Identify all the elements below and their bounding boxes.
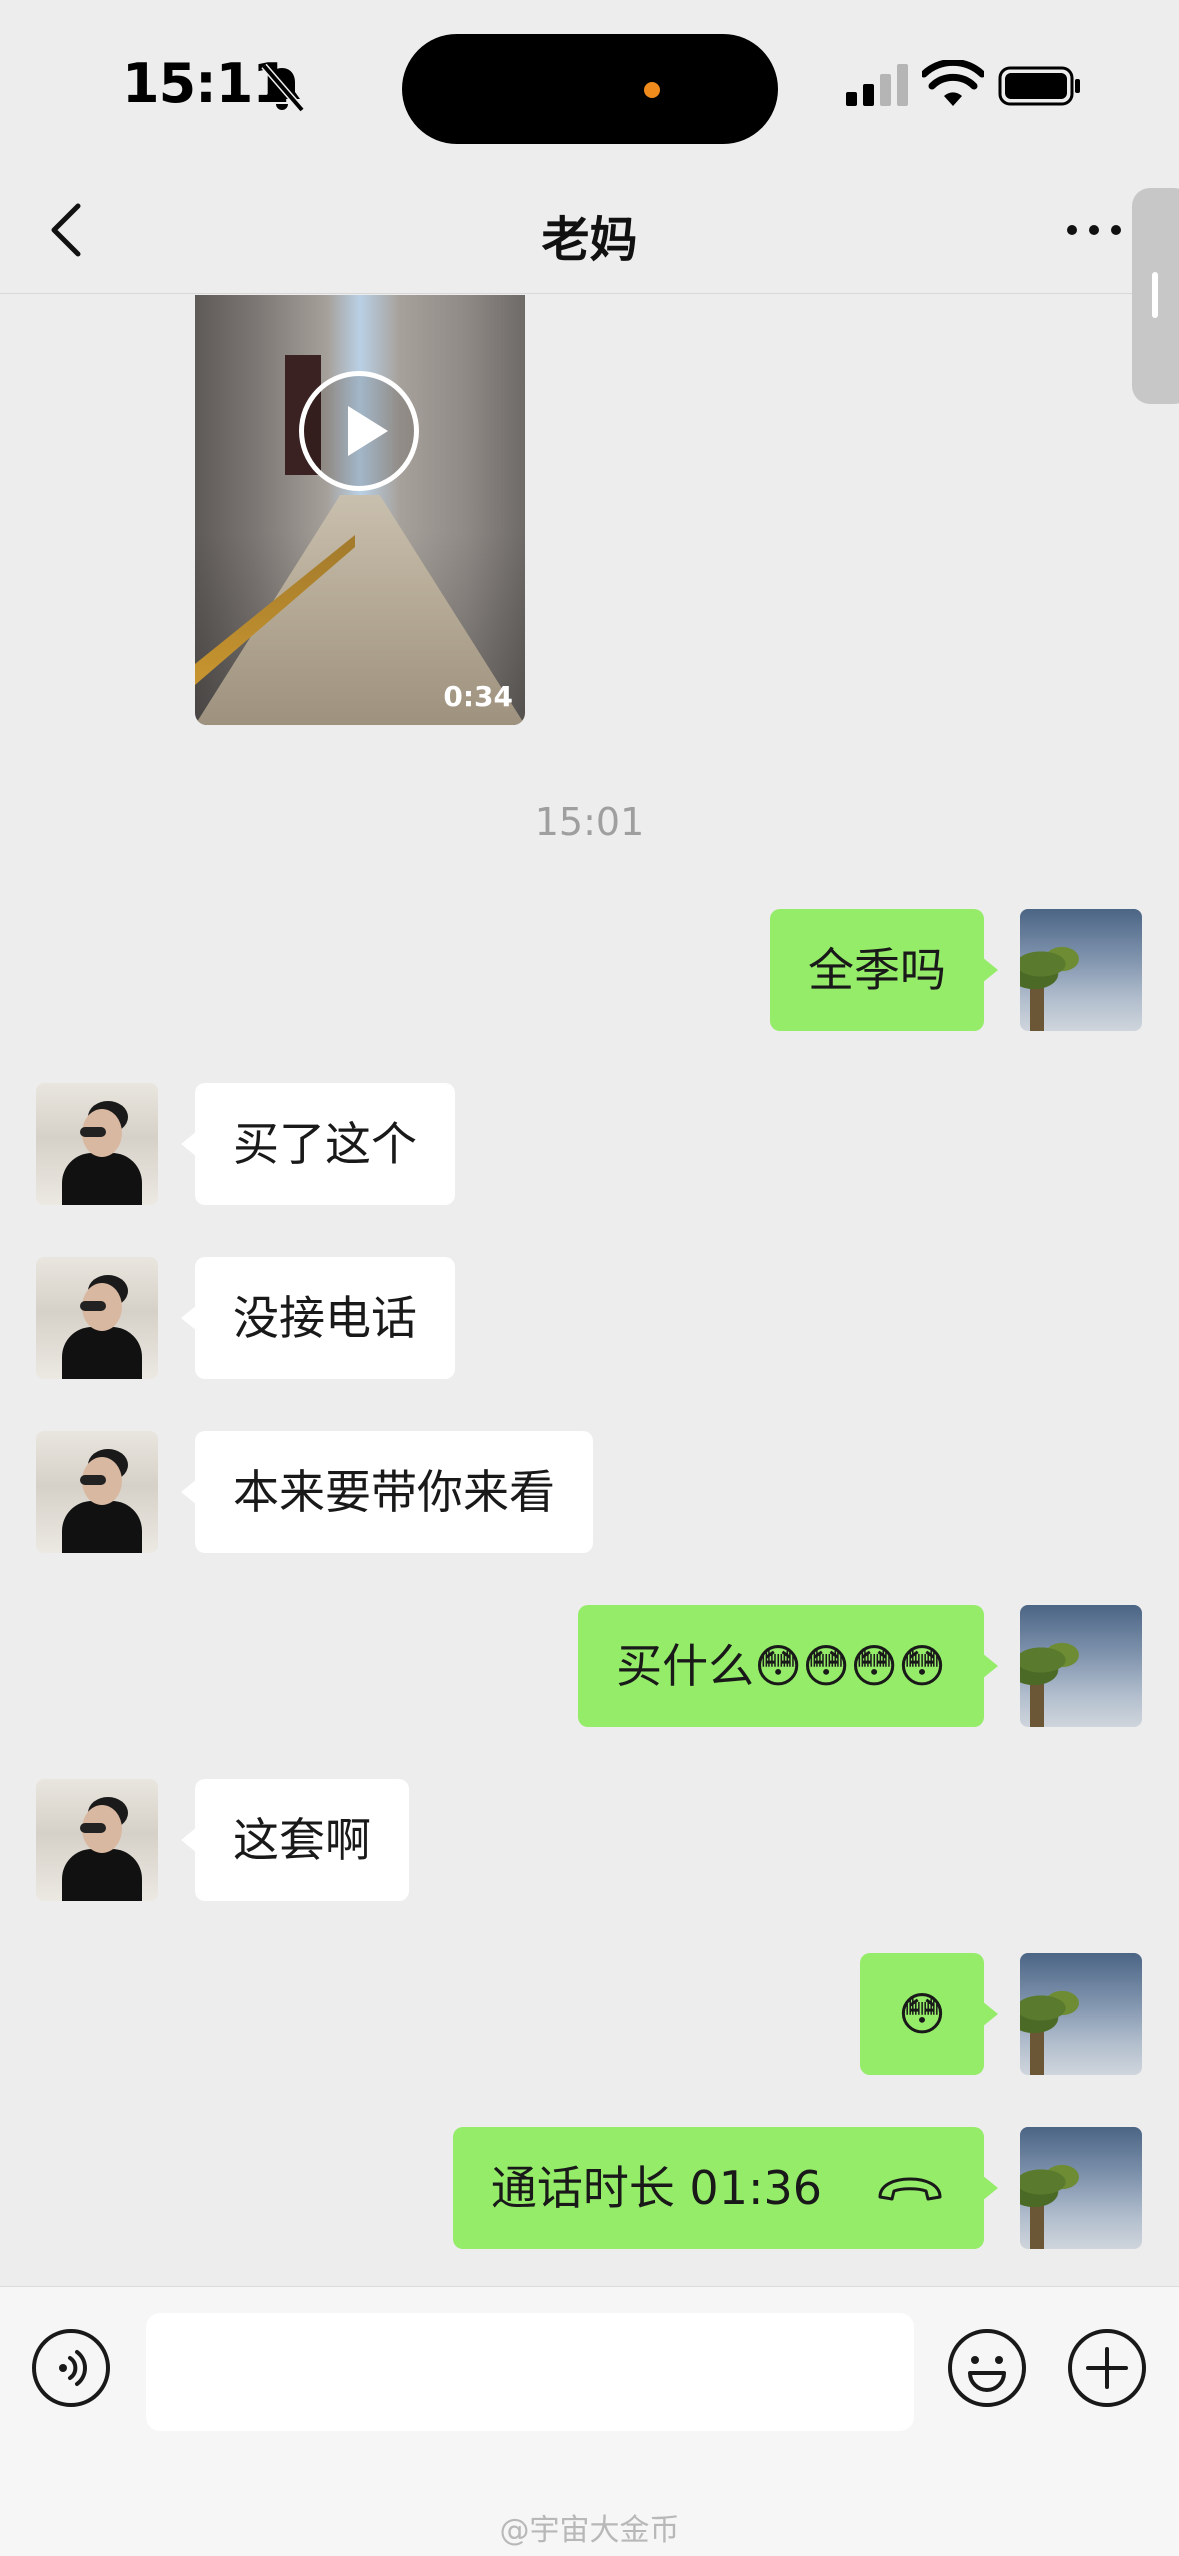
call-record-bubble[interactable]: 通话时长 01:36 — [452, 2127, 999, 2249]
wifi-icon — [922, 60, 984, 106]
phone-hangup-icon — [878, 2177, 942, 2200]
privacy-indicator-dot — [644, 82, 660, 98]
received-message-bubble[interactable]: 没接电话 — [181, 1257, 455, 1379]
contact-avatar[interactable] — [36, 1779, 158, 1901]
contact-avatar[interactable] — [36, 1257, 158, 1379]
emoji-icon[interactable] — [946, 2327, 1028, 2409]
my-avatar[interactable] — [1020, 1605, 1142, 1727]
video-duration: 0:34 — [443, 680, 513, 713]
call-duration-text: 通话时长 01:36 — [490, 2161, 822, 2215]
more-options-icon[interactable] — [1062, 206, 1126, 254]
received-message-bubble[interactable]: 这套啊 — [181, 1779, 409, 1901]
received-message-bubble[interactable]: 本来要带你来看 — [181, 1431, 593, 1553]
bell-muted-icon — [261, 63, 305, 113]
message-input[interactable] — [146, 2313, 914, 2431]
dynamic-island — [402, 34, 778, 144]
sent-message-bubble[interactable]: 买什么😳😳😳😳 — [578, 1605, 998, 1727]
play-icon[interactable] — [299, 371, 419, 491]
floating-side-handle[interactable] — [1132, 188, 1179, 404]
my-avatar[interactable] — [1020, 909, 1142, 1031]
contact-avatar[interactable] — [36, 1431, 158, 1553]
sent-message-bubble[interactable]: 全季吗 — [770, 909, 998, 1031]
contact-avatar[interactable] — [36, 1083, 158, 1205]
status-bar: 15:11 — [0, 0, 1179, 170]
watermark: @宇宙大金币 — [499, 2513, 680, 2548]
sent-message-bubble[interactable]: 😳 — [860, 1953, 998, 2075]
cellular-signal-icon — [846, 64, 908, 106]
message-timestamp: 15:01 — [534, 800, 645, 844]
voice-input-icon[interactable] — [30, 2327, 112, 2409]
contact-name: 老妈 — [541, 212, 638, 268]
input-bar: @宇宙大金币 — [0, 2286, 1179, 2556]
received-message-bubble[interactable]: 买了这个 — [181, 1083, 455, 1205]
my-avatar[interactable] — [1020, 2127, 1142, 2249]
video-message[interactable]: 0:34 — [195, 295, 525, 725]
chat-header: 老妈 — [0, 170, 1179, 294]
more-actions-plus-icon[interactable] — [1066, 2327, 1148, 2409]
my-avatar[interactable] — [1020, 1953, 1142, 2075]
battery-icon — [998, 66, 1080, 106]
